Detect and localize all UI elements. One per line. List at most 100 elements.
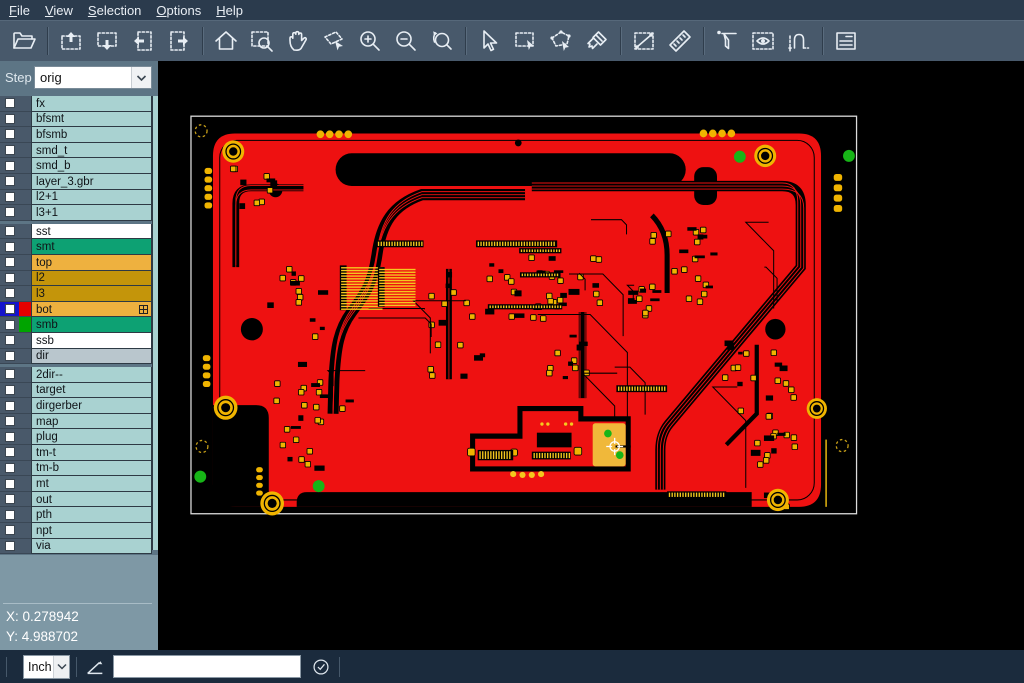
measure-diagonal-button[interactable] [626, 24, 662, 58]
layer-row-label[interactable]: smb [36, 319, 148, 331]
layer-checkbox[interactable] [5, 257, 15, 267]
layer-color-swatch[interactable] [19, 398, 31, 414]
layer-row-label[interactable]: 2dir-- [36, 369, 148, 381]
layer-row[interactable]: bfsmt [0, 112, 152, 128]
layer-row[interactable]: tm-t [0, 445, 152, 461]
layer-row[interactable]: l2 [0, 271, 152, 287]
layer-checkbox[interactable] [5, 494, 15, 504]
layer-checkbox[interactable] [5, 401, 15, 411]
layer-checkbox[interactable] [5, 525, 15, 535]
layer-checkbox-cell[interactable] [0, 367, 19, 383]
layer-checkbox[interactable] [5, 242, 15, 252]
layer-row-label[interactable]: bot [36, 304, 139, 316]
layer-row-label[interactable]: npt [36, 525, 148, 537]
layer-color-swatch[interactable] [19, 255, 31, 271]
layer-row[interactable]: sst [0, 224, 152, 240]
layer-color-swatch[interactable] [19, 461, 31, 477]
layer-color-swatch[interactable] [19, 143, 31, 159]
layer-color-swatch[interactable] [19, 333, 31, 349]
layer-checkbox-cell[interactable] [0, 523, 19, 539]
net-highlight-button[interactable] [781, 24, 817, 58]
layer-row[interactable]: bot [0, 302, 152, 318]
layer-checkbox[interactable] [5, 385, 15, 395]
layer-checkbox-cell[interactable] [0, 205, 19, 221]
layer-checkbox[interactable] [5, 288, 15, 298]
layer-row-label[interactable]: bfsmb [36, 129, 148, 141]
layer-color-swatch[interactable] [19, 383, 31, 399]
layer-checkbox-cell[interactable] [0, 174, 19, 190]
layer-color-swatch[interactable] [19, 429, 31, 445]
layer-checkbox[interactable] [5, 161, 15, 171]
layer-checkbox[interactable] [5, 416, 15, 426]
layer-row-label[interactable]: smd_b [36, 160, 148, 172]
zoom-in-button[interactable] [352, 24, 388, 58]
layer-row[interactable]: l3+1 [0, 205, 152, 221]
layer-checkbox[interactable] [5, 479, 15, 489]
layer-row-label[interactable]: smt [36, 241, 148, 253]
layer-checkbox[interactable] [5, 541, 15, 551]
layer-color-swatch[interactable] [19, 205, 31, 221]
layer-row-label[interactable]: sst [36, 226, 148, 238]
zoom-out-button[interactable] [388, 24, 424, 58]
layer-checkbox[interactable] [5, 447, 15, 457]
layer-row[interactable]: via [0, 539, 152, 555]
layer-row[interactable]: dir [0, 349, 152, 365]
pan-down-button[interactable] [89, 24, 125, 58]
layer-row-label[interactable]: out [36, 494, 148, 506]
open-file-button[interactable] [6, 24, 42, 58]
zoom-home-button[interactable] [208, 24, 244, 58]
layer-row-label[interactable]: pth [36, 509, 148, 521]
layer-checkbox[interactable] [5, 351, 15, 361]
layer-color-swatch[interactable] [19, 317, 31, 333]
layer-row[interactable]: dirgerber [0, 398, 152, 414]
layer-color-swatch[interactable] [19, 190, 31, 206]
layer-row-label[interactable]: target [36, 384, 148, 396]
layer-row-label[interactable]: tm-b [36, 462, 148, 474]
layer-checkbox-cell[interactable] [0, 143, 19, 159]
layer-checkbox-cell[interactable] [0, 255, 19, 271]
layer-row[interactable]: fx [0, 96, 152, 112]
pan-hand-button[interactable] [280, 24, 316, 58]
layer-checkbox[interactable] [5, 129, 15, 139]
layer-row[interactable]: out [0, 492, 152, 508]
layer-row[interactable]: smb [0, 317, 152, 333]
grid-icon[interactable] [139, 305, 148, 314]
select-cursor-button[interactable] [471, 24, 507, 58]
layer-row[interactable]: smt [0, 239, 152, 255]
layer-checkbox[interactable] [5, 432, 15, 442]
layer-checkbox-cell[interactable] [0, 507, 19, 523]
layer-checkbox-cell[interactable] [0, 476, 19, 492]
measure-ruler-button[interactable] [662, 24, 698, 58]
layer-row-label[interactable]: l3 [36, 288, 148, 300]
layer-row-label[interactable]: l3+1 [36, 207, 148, 219]
layer-checkbox-cell[interactable] [0, 445, 19, 461]
layer-color-swatch[interactable] [19, 158, 31, 174]
menu-selection[interactable]: Selection [88, 3, 141, 18]
layer-checkbox-cell[interactable] [0, 317, 19, 333]
menu-help[interactable]: Help [216, 3, 243, 18]
layer-row[interactable]: target [0, 383, 152, 399]
chevron-down-icon[interactable] [131, 67, 151, 88]
layer-color-swatch[interactable] [19, 239, 31, 255]
layer-row-label[interactable]: smd_t [36, 145, 148, 157]
layer-row-label[interactable]: layer_3.gbr [36, 176, 148, 188]
layer-checkbox-cell[interactable] [0, 112, 19, 128]
view-visibility-button[interactable] [745, 24, 781, 58]
layer-color-swatch[interactable] [19, 112, 31, 128]
layer-row[interactable]: l3 [0, 286, 152, 302]
layer-row[interactable]: map [0, 414, 152, 430]
layer-checkbox-cell[interactable] [0, 96, 19, 112]
layer-color-swatch[interactable] [19, 349, 31, 365]
layer-row[interactable]: l2+1 [0, 190, 152, 206]
layer-row-label[interactable]: map [36, 416, 148, 428]
layer-checkbox[interactable] [5, 176, 15, 186]
layer-row-label[interactable]: fx [36, 98, 148, 110]
layer-row-label[interactable]: l2 [36, 272, 148, 284]
layer-checkbox-cell[interactable] [0, 127, 19, 143]
layer-checkbox-cell[interactable] [0, 539, 19, 555]
layer-row-label[interactable]: bfsmt [36, 113, 148, 125]
layer-checkbox[interactable] [5, 207, 15, 217]
layer-checkbox[interactable] [5, 98, 15, 108]
layer-row[interactable]: pth [0, 507, 152, 523]
layer-setup-button[interactable] [828, 24, 864, 58]
